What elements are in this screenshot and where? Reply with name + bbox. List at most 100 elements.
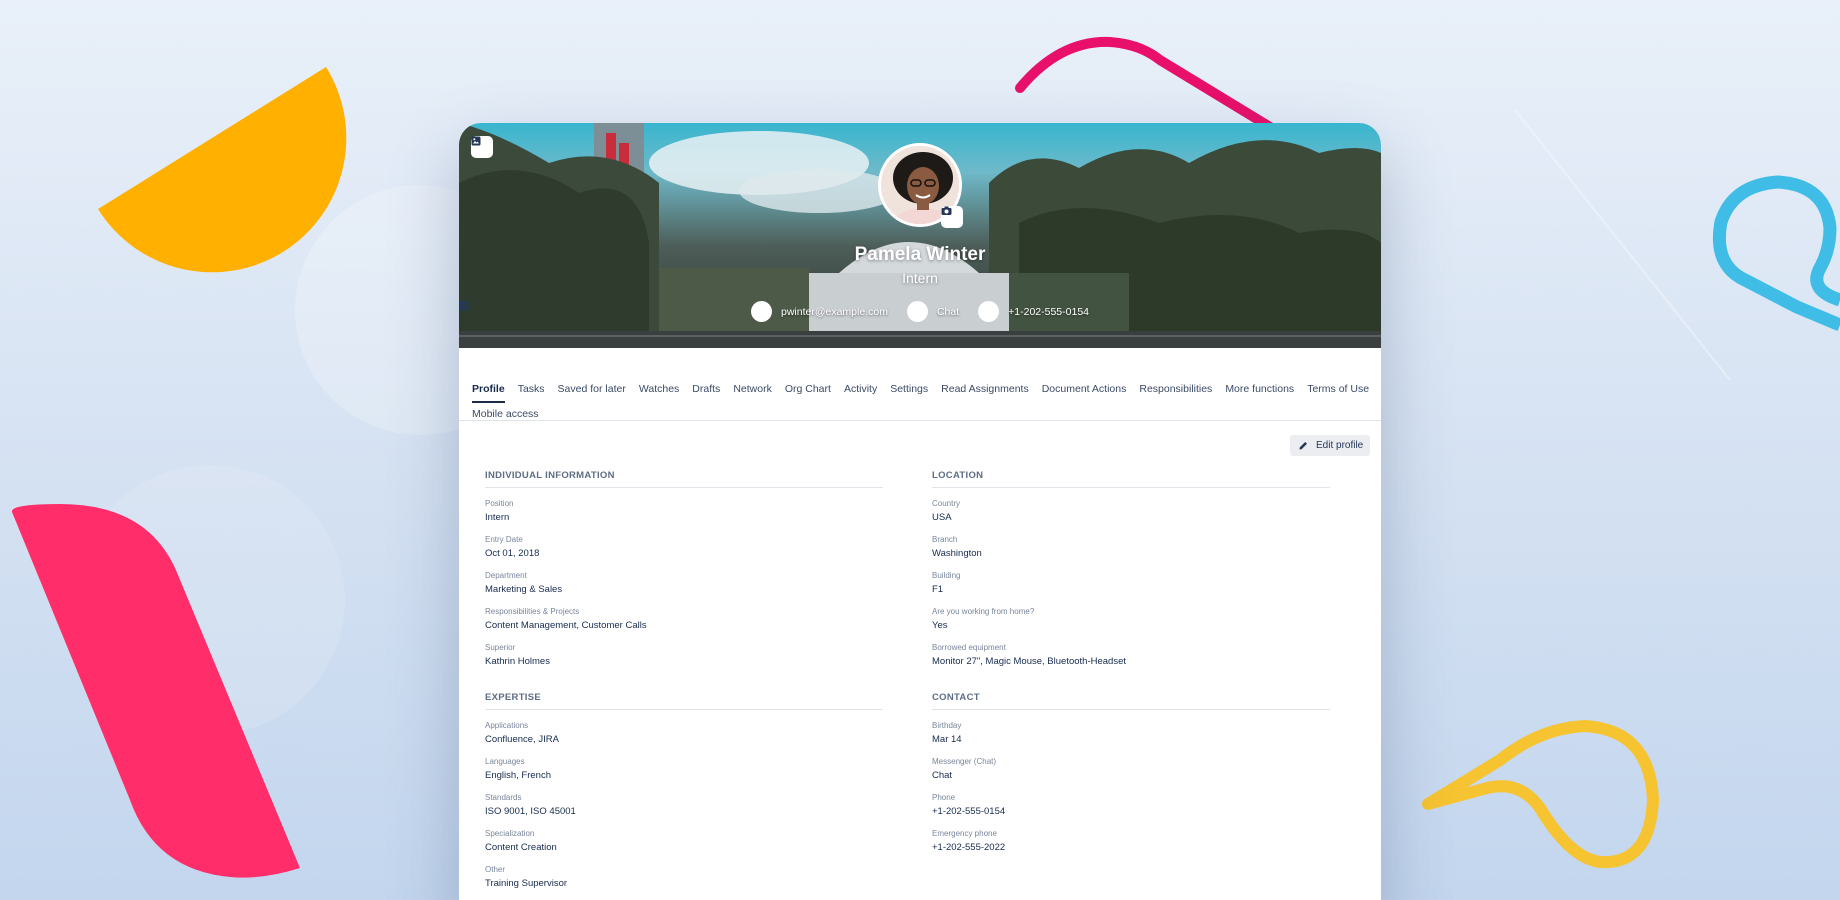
- field-value: Confluence, JIRA: [485, 734, 559, 745]
- field-value: Training Supervisor: [485, 878, 568, 889]
- tab-tasks[interactable]: Tasks: [518, 377, 545, 402]
- field-languages: Languages English, French: [485, 757, 883, 782]
- cover-image: Pamela Winter Intern pwinter@example.com…: [459, 123, 1381, 348]
- field-value: USA: [932, 512, 952, 523]
- field-label: Messenger (Chat): [932, 757, 997, 766]
- field-label: Building: [932, 571, 961, 580]
- field-value: Chat: [932, 770, 953, 781]
- yellow-drop-outline-shape: [1422, 720, 1659, 869]
- profile-name: Pamela Winter: [854, 244, 986, 265]
- field-specialization: Specialization Content Creation: [485, 829, 883, 854]
- field-value: F1: [932, 584, 944, 595]
- field-value: Oct 01, 2018: [485, 548, 540, 559]
- edit-profile-label: Edit profile: [1316, 440, 1364, 451]
- email-link[interactable]: pwinter@example.com: [459, 301, 888, 322]
- magenta-drop-outline-shape: [1015, 36, 1280, 135]
- tab-drafts[interactable]: Drafts: [692, 377, 720, 402]
- field-superior: Superior Kathrin Holmes: [485, 643, 883, 668]
- tab-watches[interactable]: Watches: [639, 377, 679, 402]
- field-other: Other Training Supervisor: [485, 865, 883, 890]
- field-value: Content Management, Customer Calls: [485, 620, 647, 631]
- field-label: Emergency phone: [932, 829, 997, 838]
- field-value: Washington: [932, 548, 982, 559]
- field-building: Building F1: [932, 571, 1330, 596]
- field-label: Are you working from home?: [932, 607, 1035, 616]
- field-entry-date: Entry Date Oct 01, 2018: [485, 535, 883, 560]
- field-phone: Phone +1-202-555-0154: [932, 793, 1330, 818]
- tab-network[interactable]: Network: [733, 377, 772, 402]
- field-value: Kathrin Holmes: [485, 656, 550, 667]
- field-country: Country USA: [932, 499, 1330, 524]
- edit-profile-button[interactable]: Edit profile: [1290, 435, 1370, 456]
- field-working-from-home: Are you working from home? Yes: [932, 607, 1330, 632]
- location-section: LOCATION Country USA Branch Washington B…: [932, 470, 1330, 668]
- camera-icon: [941, 206, 952, 215]
- field-value: Content Creation: [485, 842, 557, 853]
- field-value: ISO 9001, ISO 45001: [485, 806, 576, 817]
- change-cover-button[interactable]: [471, 136, 493, 158]
- pencil-icon: [1299, 442, 1307, 450]
- field-birthday: Birthday Mar 14: [932, 721, 1330, 746]
- section-title: EXPERTISE: [485, 692, 883, 710]
- phone-text: +1-202-555-0154: [1008, 305, 1089, 318]
- tab-responsibilities[interactable]: Responsibilities: [1139, 377, 1212, 402]
- field-value: Marketing & Sales: [485, 584, 563, 595]
- phone-link[interactable]: +1-202-555-0154: [459, 301, 1089, 322]
- field-label: Country: [932, 499, 961, 508]
- tab-more-functions[interactable]: More functions: [1225, 377, 1294, 402]
- field-label: Birthday: [932, 721, 962, 730]
- tab-saved-for-later[interactable]: Saved for later: [558, 377, 626, 402]
- chat-bubble-icon: [459, 301, 928, 322]
- field-value: English, French: [485, 770, 552, 781]
- tab-profile[interactable]: Profile: [472, 377, 505, 403]
- chat-link[interactable]: Chat: [459, 301, 960, 322]
- individual-information-section: INDIVIDUAL INFORMATION Position Intern E…: [485, 470, 883, 668]
- field-value: +1-202-555-0154: [932, 806, 1006, 817]
- field-emergency-phone: Emergency phone +1-202-555-2022: [932, 829, 1330, 854]
- field-messenger: Messenger (Chat) Chat: [932, 757, 1330, 782]
- field-department: Department Marketing & Sales: [485, 571, 883, 596]
- field-label: Department: [485, 571, 527, 580]
- field-label: Applications: [485, 721, 529, 730]
- field-standards: Standards ISO 9001, ISO 45001: [485, 793, 883, 818]
- tab-read-assignments[interactable]: Read Assignments: [941, 377, 1029, 402]
- change-avatar-button[interactable]: [941, 206, 963, 228]
- field-value: Monitor 27", Magic Mouse, Bluetooth-Head…: [932, 656, 1126, 667]
- tab-terms-of-use[interactable]: Terms of Use: [1307, 377, 1369, 402]
- field-label: Borrowed equipment: [932, 643, 1006, 652]
- field-value: Mar 14: [932, 734, 962, 745]
- tab-settings[interactable]: Settings: [890, 377, 928, 402]
- image-icon: [471, 136, 481, 146]
- chat-text: Chat: [936, 305, 960, 318]
- field-borrowed-equipment: Borrowed equipment Monitor 27", Magic Mo…: [932, 643, 1330, 668]
- field-label: Responsibilities & Projects: [485, 607, 580, 616]
- field-label: Entry Date: [485, 535, 523, 544]
- section-title: LOCATION: [932, 470, 1330, 488]
- phone-icon: [459, 301, 1000, 322]
- field-label: Specialization: [485, 829, 535, 838]
- tabs-divider: [459, 420, 1381, 421]
- email-text: pwinter@example.com: [781, 305, 888, 318]
- contact-links: pwinter@example.com Chat +1-202-555-0154: [459, 301, 1381, 322]
- mail-icon: [459, 301, 772, 322]
- field-value: +1-202-555-2022: [932, 842, 1006, 853]
- tab-activity[interactable]: Activity: [844, 377, 877, 402]
- tab-document-actions[interactable]: Document Actions: [1042, 377, 1127, 402]
- field-value: Intern: [485, 512, 510, 523]
- field-position: Position Intern: [485, 499, 883, 524]
- tab-org-chart[interactable]: Org Chart: [785, 377, 831, 402]
- field-label: Superior: [485, 643, 516, 652]
- field-label: Standards: [485, 793, 522, 802]
- field-branch: Branch Washington: [932, 535, 1330, 560]
- expertise-section: EXPERTISE Applications Confluence, JIRA …: [485, 692, 883, 890]
- field-value: Yes: [932, 620, 948, 631]
- field-responsibilities-projects: Responsibilities & Projects Content Mana…: [485, 607, 883, 632]
- field-label: Languages: [485, 757, 525, 766]
- tab-mobile-access[interactable]: Mobile access: [472, 402, 539, 427]
- section-title: INDIVIDUAL INFORMATION: [485, 470, 883, 488]
- field-applications: Applications Confluence, JIRA: [485, 721, 883, 746]
- field-label: Other: [485, 865, 506, 874]
- field-label: Branch: [932, 535, 958, 544]
- profile-card: Pamela Winter Intern pwinter@example.com…: [459, 123, 1381, 900]
- section-title: CONTACT: [932, 692, 1330, 710]
